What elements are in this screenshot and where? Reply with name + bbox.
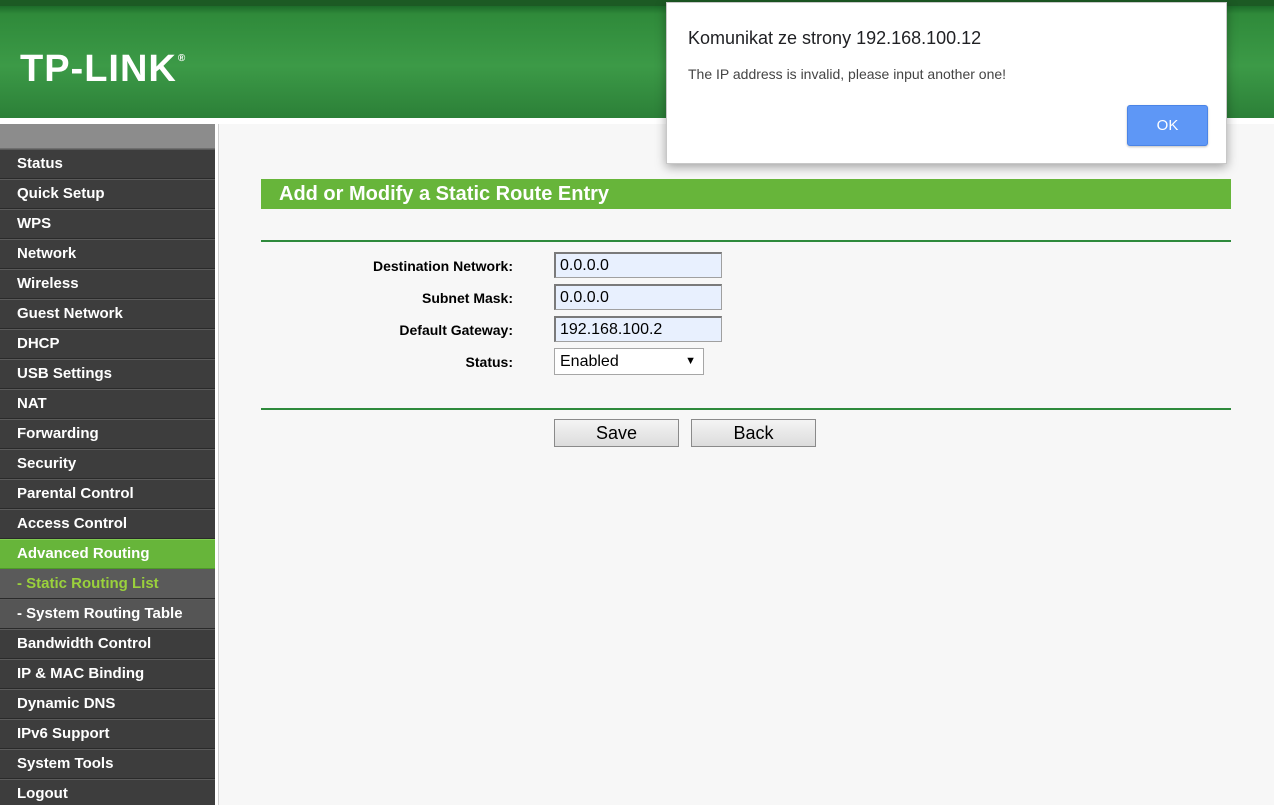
sidebar-subitem-system-routing-table[interactable]: - System Routing Table: [0, 599, 215, 629]
sidebar-item-forwarding[interactable]: Forwarding: [0, 419, 215, 449]
subnet-mask-row: Subnet Mask:: [261, 284, 1231, 312]
sidebar-item-bandwidth-control[interactable]: Bandwidth Control: [0, 629, 215, 659]
subnet-mask-input[interactable]: [554, 284, 722, 310]
registered-mark: ®: [177, 53, 187, 64]
sidebar-item-access-control[interactable]: Access Control: [0, 509, 215, 539]
destination-network-label: Destination Network:: [372, 258, 513, 274]
back-button[interactable]: Back: [691, 419, 816, 447]
sidebar-item-usb-settings[interactable]: USB Settings: [0, 359, 215, 389]
chevron-down-icon: ▼: [685, 355, 696, 367]
destination-network-row: Destination Network:: [261, 252, 1231, 280]
dialog-message: The IP address is invalid, please input …: [688, 66, 1007, 82]
subnet-mask-label: Subnet Mask:: [421, 290, 513, 306]
sidebar-item-ip-mac-binding[interactable]: IP & MAC Binding: [0, 659, 215, 689]
tp-link-logo: TP-LINK®: [20, 50, 186, 88]
sidebar-item-ipv6-support[interactable]: IPv6 Support: [0, 719, 215, 749]
sidebar-item-wireless[interactable]: Wireless: [0, 269, 215, 299]
sidebar-item-nat[interactable]: NAT: [0, 389, 215, 419]
sidebar-menu: Status Quick Setup WPS Network Wireless …: [0, 149, 215, 805]
save-button[interactable]: Save: [554, 419, 679, 447]
default-gateway-label: Default Gateway:: [399, 322, 513, 338]
sidebar-item-network[interactable]: Network: [0, 239, 215, 269]
status-row: Status: Enabled ▼: [261, 348, 1231, 376]
sidebar-item-wps[interactable]: WPS: [0, 209, 215, 239]
sidebar-item-guest-network[interactable]: Guest Network: [0, 299, 215, 329]
top-divider: [261, 240, 1231, 242]
sidebar: Status Quick Setup WPS Network Wireless …: [0, 124, 215, 805]
sidebar-item-dhcp[interactable]: DHCP: [0, 329, 215, 359]
sidebar-item-status[interactable]: Status: [0, 149, 215, 179]
status-select[interactable]: Enabled ▼: [554, 348, 704, 375]
sidebar-item-quick-setup[interactable]: Quick Setup: [0, 179, 215, 209]
sidebar-item-advanced-routing[interactable]: Advanced Routing: [0, 539, 215, 569]
dialog-title: Komunikat ze strony 192.168.100.12: [688, 28, 982, 48]
default-gateway-row: Default Gateway:: [261, 316, 1231, 344]
sidebar-top-bar: [0, 124, 215, 149]
sidebar-item-security[interactable]: Security: [0, 449, 215, 479]
destination-network-input[interactable]: [554, 252, 722, 278]
sidebar-subitem-static-routing-list[interactable]: - Static Routing List: [0, 569, 215, 599]
sidebar-item-parental-control[interactable]: Parental Control: [0, 479, 215, 509]
browser-page: TP-LINK® Status Quick Setup WPS Network …: [0, 0, 1274, 805]
dialog-ok-button[interactable]: OK: [1127, 105, 1208, 146]
bottom-divider: [261, 408, 1231, 410]
status-select-value: Enabled: [560, 353, 619, 370]
alert-dialog: Komunikat ze strony 192.168.100.12 The I…: [666, 2, 1227, 164]
page-title: Add or Modify a Static Route Entry: [261, 179, 1231, 209]
logo-text: TP-LINK: [20, 48, 177, 90]
sidebar-item-system-tools[interactable]: System Tools: [0, 749, 215, 779]
default-gateway-input[interactable]: [554, 316, 722, 342]
sidebar-item-logout[interactable]: Logout: [0, 779, 215, 805]
main-content: Add or Modify a Static Route Entry Desti…: [218, 124, 1274, 805]
status-label: Status:: [465, 354, 513, 370]
sidebar-item-dynamic-dns[interactable]: Dynamic DNS: [0, 689, 215, 719]
